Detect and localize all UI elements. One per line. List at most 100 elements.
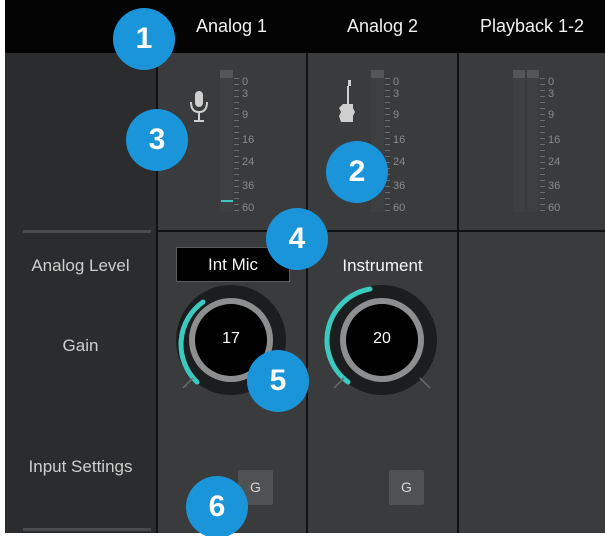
meter-tick xyxy=(385,84,390,85)
callout-badge-3: 3 xyxy=(128,111,186,169)
meter-tick-label: 9 xyxy=(242,109,249,121)
meter-tick xyxy=(234,186,239,187)
meter-tick xyxy=(234,144,239,145)
meter-tick xyxy=(540,198,545,199)
header-analog-1: Analog 1 xyxy=(195,16,268,36)
meter-tick xyxy=(385,144,390,145)
meter-tick xyxy=(385,90,390,91)
channel-header-bar: Analog 1 Analog 2 Playback 1-2 xyxy=(5,0,605,53)
meter-tick xyxy=(540,96,545,97)
meter-tick-label: 36 xyxy=(548,180,561,192)
meter-tick xyxy=(540,102,545,103)
meter-tick xyxy=(234,174,239,175)
meter-tick xyxy=(234,108,239,109)
meter-tick-label: 24 xyxy=(548,156,561,168)
meter-tick-label: 60 xyxy=(548,202,561,214)
meter-tick xyxy=(234,78,239,79)
meter-tick-label: 36 xyxy=(242,180,255,192)
column-divider xyxy=(306,53,308,533)
meter-tick xyxy=(234,204,239,205)
header-playback-1-2: Playback 1-2 xyxy=(479,16,585,36)
meter-tick xyxy=(540,120,545,121)
meter-tick xyxy=(540,144,545,145)
meter-tick-label: 3 xyxy=(548,88,555,100)
meter-tick-label: 24 xyxy=(393,156,406,168)
input-settings-button-analog-2[interactable]: G xyxy=(389,470,424,505)
callout-badge-6: 6 xyxy=(188,478,246,536)
meter-tick xyxy=(385,78,390,79)
meter-tick xyxy=(385,126,390,127)
meter-tick xyxy=(234,114,239,115)
microphone-icon xyxy=(188,90,210,124)
meter-tick-label: 60 xyxy=(393,202,406,214)
gain-value-analog-2: 20 xyxy=(373,330,391,347)
meter-tick xyxy=(385,162,390,163)
meter-tick xyxy=(385,192,390,193)
callout-badge-2: 2 xyxy=(328,143,386,201)
meter-tick xyxy=(234,102,239,103)
header-analog-2: Analog 2 xyxy=(346,16,419,36)
meter-tick xyxy=(234,180,239,181)
meter-tick xyxy=(385,150,390,151)
meter-tick xyxy=(385,96,390,97)
meter-tick-label: 60 xyxy=(242,202,255,214)
meter-tick xyxy=(385,186,390,187)
meter-tick xyxy=(385,132,390,133)
meter-tick xyxy=(385,138,390,139)
gain-value-analog-1: 17 xyxy=(222,330,240,347)
meter-tick xyxy=(385,204,390,205)
section-divider xyxy=(156,230,605,232)
meter-tick-label: 0 xyxy=(242,76,249,88)
meter-tick-label: 24 xyxy=(242,156,255,168)
meter-tick xyxy=(540,180,545,181)
meter-tick xyxy=(540,132,545,133)
meter-tick xyxy=(385,156,390,157)
meter-tick xyxy=(540,150,545,151)
meter-tick-label: 9 xyxy=(548,109,555,121)
gain-knob-analog-2[interactable]: 20 xyxy=(320,278,444,402)
analog-level-label: Analog Level xyxy=(31,256,130,275)
meter-tick xyxy=(385,114,390,115)
meter-tick xyxy=(385,108,390,109)
meter-level-indicator xyxy=(221,200,233,202)
meter-tick xyxy=(385,120,390,121)
meter-tick xyxy=(540,78,545,79)
meter-tick xyxy=(540,156,545,157)
meter-tick xyxy=(540,192,545,193)
meter-tick xyxy=(234,168,239,169)
section-divider xyxy=(23,230,151,233)
meter-tick xyxy=(540,174,545,175)
meter-tick xyxy=(234,156,239,157)
meter-tick xyxy=(234,162,239,163)
meter-tick xyxy=(540,84,545,85)
meter-tick-label: 16 xyxy=(242,134,255,146)
input-settings-label: Input Settings xyxy=(28,457,133,476)
meter-tick-label: 36 xyxy=(393,180,406,192)
meter-tick xyxy=(234,210,239,211)
gain-label: Gain xyxy=(62,336,99,355)
meter-tick-label: 0 xyxy=(393,76,400,88)
meter-tick-label: 0 xyxy=(548,76,555,88)
meter-tick xyxy=(540,138,545,139)
meter-tick xyxy=(234,96,239,97)
meter-tick xyxy=(234,84,239,85)
meter-tick xyxy=(540,114,545,115)
meter-tick xyxy=(234,132,239,133)
meter-tick-label: 16 xyxy=(548,134,561,146)
meter-tick xyxy=(540,204,545,205)
analog-level-select-analog-2[interactable]: Instrument xyxy=(308,256,457,276)
column-divider xyxy=(457,53,459,533)
meter-tick-label: 16 xyxy=(393,134,406,146)
meter-tick xyxy=(540,162,545,163)
meter-tick xyxy=(234,90,239,91)
meter-tick xyxy=(540,90,545,91)
callout-badge-5: 5 xyxy=(249,352,307,410)
meter-tick xyxy=(540,108,545,109)
meter-tick xyxy=(385,210,390,211)
meter-tick-label: 3 xyxy=(242,88,249,100)
meter-tick-label: 9 xyxy=(393,109,400,121)
meter-tick xyxy=(234,126,239,127)
meter-tick xyxy=(234,198,239,199)
meter-tick xyxy=(234,150,239,151)
callout-badge-4: 4 xyxy=(268,210,326,268)
